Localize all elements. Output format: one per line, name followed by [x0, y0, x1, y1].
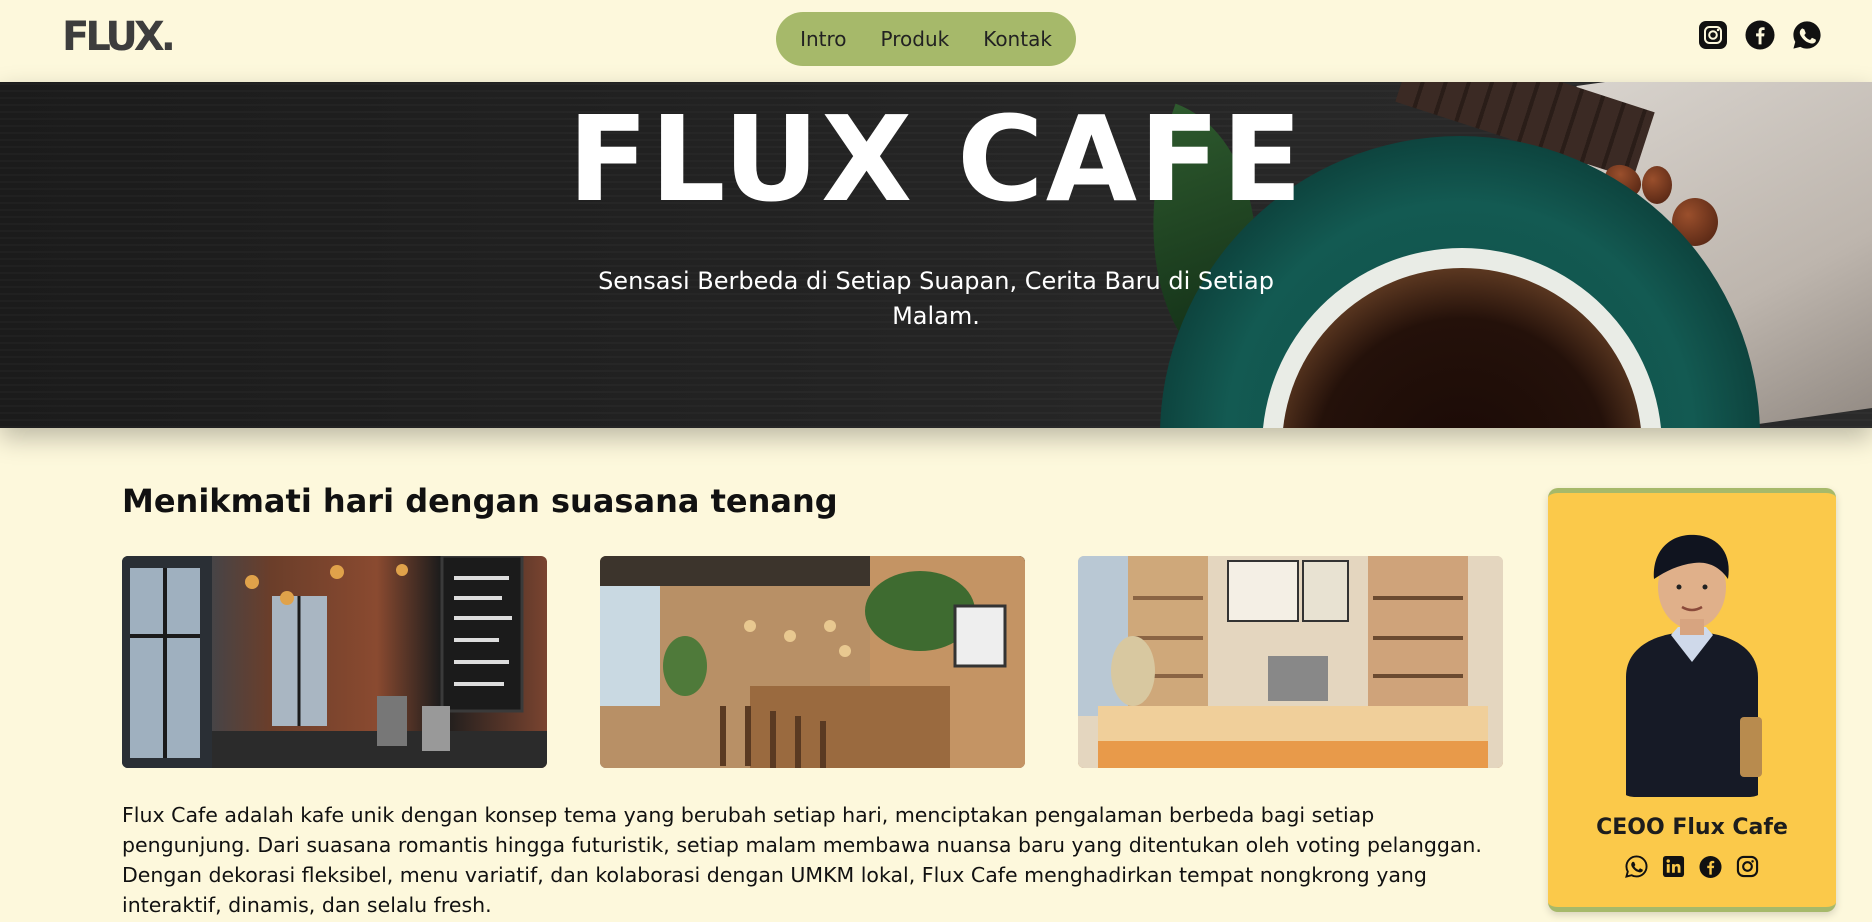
whatsapp-icon[interactable] [1625, 855, 1648, 878]
hero-banner: FLUX CAFE Sensasi Berbeda di Setiap Suap… [0, 82, 1872, 428]
profile-name: CEOO Flux Cafe [1596, 815, 1788, 840]
whatsapp-icon[interactable] [1792, 20, 1822, 50]
nav-item-intro[interactable]: Intro [783, 27, 863, 51]
linkedin-icon[interactable] [1662, 855, 1685, 878]
site-header: FLUX. Intro Produk Kontak [0, 0, 1872, 82]
cafe-interior-brick-photo [122, 556, 547, 768]
nav-item-kontak[interactable]: Kontak [966, 27, 1069, 51]
flux-logo[interactable]: FLUX. [62, 14, 176, 60]
avatar [1616, 527, 1768, 797]
header-socials [1698, 20, 1822, 50]
instagram-icon[interactable] [1698, 20, 1728, 50]
hero-subtitle: Sensasi Berbeda di Setiap Suapan, Cerita… [598, 267, 1274, 330]
ceo-profile-card: CEOO Flux Cafe [1548, 488, 1836, 912]
cafe-bar-counter-photo [600, 556, 1025, 768]
facebook-icon[interactable] [1745, 20, 1775, 50]
main-nav: Intro Produk Kontak [776, 12, 1076, 66]
cafe-coffee-shop-photo [1078, 556, 1503, 768]
hero-title: FLUX CAFE [567, 90, 1305, 228]
facebook-icon[interactable] [1699, 855, 1722, 878]
instagram-icon[interactable] [1736, 855, 1759, 878]
profile-socials [1548, 855, 1836, 878]
nav-item-produk[interactable]: Produk [864, 27, 967, 51]
cafe-description: Flux Cafe adalah kafe unik dengan konsep… [122, 803, 1482, 917]
section-heading: Menikmati hari dengan suasana tenang [122, 482, 838, 520]
